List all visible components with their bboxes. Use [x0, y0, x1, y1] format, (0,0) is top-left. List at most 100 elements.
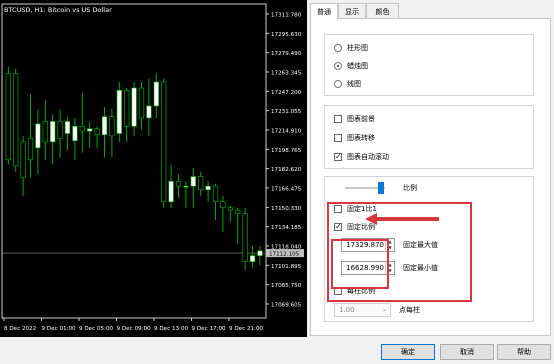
checkbox-fix-1to1-label: 固定1比1	[347, 205, 377, 213]
checkbox-fix-1to1-box[interactable]	[334, 205, 342, 213]
cancel-button[interactable]: 取消	[440, 344, 494, 360]
checkbox-scale-per-bar[interactable]: 每柱比例	[334, 285, 375, 297]
bullish-candle	[190, 176, 196, 187]
per-bar-unit-label: 点每柱	[399, 306, 420, 314]
checkbox-scale-per-bar-box[interactable]	[334, 287, 342, 295]
price-tick-label: 17231.055	[271, 109, 302, 115]
bearish-candle	[212, 185, 219, 203]
radio-line-chart-label: 线图	[347, 80, 361, 88]
checkbox-chart-foreground-box[interactable]	[334, 115, 342, 123]
bullish-candle	[131, 87, 137, 127]
price-tick-label: 17311.780	[271, 13, 302, 19]
bullish-candle	[116, 90, 122, 134]
price-tick-label: 17101.895	[271, 264, 302, 270]
bullish-candle	[257, 250, 263, 256]
per-bar-select[interactable]: 1.00 ⌄	[334, 303, 391, 317]
bullish-candle	[153, 81, 159, 107]
tab-content-general: 柱形图 蜡烛图 线图 图表前景 图表转移 图表自动滚动 比例	[310, 18, 551, 336]
price-tick-label: 17134.185	[271, 225, 302, 231]
bullish-candle	[205, 185, 211, 191]
bullish-candle	[168, 181, 174, 203]
checkbox-autoscroll[interactable]: 图表自动滚动	[334, 151, 389, 163]
bearish-candle	[20, 141, 26, 179]
bullish-candle	[183, 185, 189, 188]
bearish-candle	[109, 116, 115, 137]
checkbox-fixed-scale[interactable]: 固定比例	[334, 221, 375, 233]
checkbox-scale-per-bar-label: 每柱比例	[347, 287, 375, 295]
checkbox-autoscroll-label: 图表自动滚动	[347, 153, 389, 161]
ok-button[interactable]: 确定	[381, 344, 435, 360]
bearish-candle	[57, 121, 63, 139]
checkbox-chart-shift-box[interactable]	[334, 134, 342, 142]
checkbox-fixed-scale-box[interactable]	[334, 221, 342, 233]
fixed-max-label: 固定最大值	[403, 241, 438, 249]
fixed-max-input[interactable]: 17329.870 ▲ ▼	[341, 238, 395, 252]
radio-line-chart-indicator[interactable]	[334, 80, 342, 88]
bullish-candle	[64, 121, 71, 134]
chart-type-group: 柱形图 蜡烛图 线图	[324, 34, 534, 96]
chart-title: BTCUSD, H1: Bitcoin vs US Dollar	[4, 6, 112, 14]
time-tick-label: 9 Dec 09:00	[117, 326, 152, 332]
bearish-candle	[235, 209, 241, 215]
price-tick-label: 17085.750	[271, 283, 302, 289]
bullish-candle	[249, 255, 256, 262]
checkbox-chart-foreground[interactable]: 图表前景	[334, 113, 375, 125]
bearish-candle	[242, 213, 248, 262]
radio-bar-chart-indicator[interactable]	[334, 44, 342, 52]
fixed-min-label: 固定最小值	[403, 264, 438, 272]
tab-general-label: 普通	[317, 8, 331, 16]
radio-candlestick-label: 蜡烛图	[347, 62, 368, 70]
bearish-candle	[94, 128, 100, 135]
radio-candlestick[interactable]: 蜡烛图	[334, 60, 368, 72]
candlestick-chart-canvas[interactable]: 17311.780 17295.630 17279.490 17263.345 1724…	[0, 0, 307, 337]
bullish-candle	[50, 121, 56, 143]
checkbox-fix-1to1[interactable]: 固定1比1	[334, 203, 377, 215]
cancel-button-label: 取消	[460, 348, 474, 356]
bearish-candle	[27, 137, 34, 161]
bullish-candle	[146, 105, 152, 119]
fixed-min-spinner-icon[interactable]: ▲ ▼	[385, 262, 394, 274]
radio-bar-chart-label: 柱形图	[347, 44, 368, 52]
bearish-candle	[138, 87, 145, 119]
bearish-candle	[175, 181, 182, 187]
checkbox-autoscroll-box[interactable]	[334, 151, 342, 163]
bullish-candle	[87, 128, 93, 132]
help-button[interactable]: 帮助	[497, 344, 551, 360]
bearish-candle	[220, 201, 226, 209]
fixed-max-spinner-icon[interactable]: ▲ ▼	[385, 239, 394, 251]
price-chart[interactable]: 17311.780 17295.630 17279.490 17263.345 1724…	[0, 0, 307, 337]
bullish-candle	[35, 123, 41, 149]
radio-line-chart[interactable]: 线图	[334, 78, 361, 90]
checkbox-chart-shift[interactable]: 图表转移	[334, 132, 375, 144]
checkbox-chart-foreground-label: 图表前景	[347, 115, 375, 123]
time-tick-label: 9 Dec 05:00	[79, 326, 114, 332]
price-tick-label: 17069.605	[271, 303, 302, 309]
tab-general[interactable]: 普通	[310, 3, 338, 20]
radio-candlestick-indicator[interactable]	[334, 62, 342, 70]
time-tick-label: 9 Dec 13:00	[154, 326, 189, 332]
scale-slider-thumb[interactable]	[378, 182, 384, 194]
tab-colors[interactable]: 颜色	[366, 3, 399, 19]
bearish-candle	[124, 90, 130, 127]
radio-bar-chart[interactable]: 柱形图	[334, 42, 368, 54]
bearish-candle	[198, 176, 204, 191]
price-tick-label: 17279.490	[271, 51, 302, 57]
fixed-min-input[interactable]: 16628.990 ▲ ▼	[341, 261, 395, 275]
price-tick-label: 17214.910	[271, 129, 302, 135]
per-bar-select-value: 1.00	[339, 306, 355, 314]
price-tick-label: 17263.345	[271, 71, 302, 77]
chart-properties-panel: 普通 显示 颜色 柱形图 蜡烛图 线图 图表前景 图表转移 ✓图表自动滚动 比例…	[307, 0, 554, 360]
bearish-candle	[42, 121, 48, 143]
fixed-max-value: 17329.870	[346, 241, 384, 249]
tab-display[interactable]: 显示	[338, 3, 366, 19]
price-tick-label: 17247.200	[271, 90, 302, 96]
bearish-candle	[161, 81, 167, 203]
time-tick-label: 9 Dec 17:00	[192, 326, 227, 332]
scale-slider-label: 比例	[403, 184, 417, 192]
bullish-candle	[101, 116, 108, 135]
tab-colors-label: 颜色	[375, 8, 390, 16]
bearish-candle	[5, 73, 11, 161]
bullish-candle	[72, 125, 78, 141]
price-tick-label: 17166.475	[271, 187, 302, 193]
help-button-label: 帮助	[517, 348, 531, 356]
